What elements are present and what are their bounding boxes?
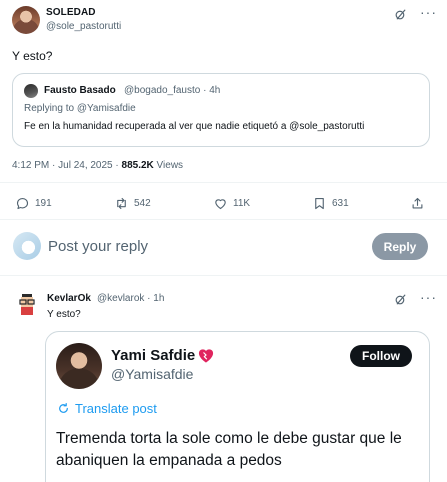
replying-prefix: Replying to: [24, 103, 77, 114]
more-horizontal-icon[interactable]: ···: [420, 289, 437, 305]
embedded-avatar: [56, 343, 102, 389]
quoted-text: Fe en la humanidad recuperada al ver que…: [24, 121, 365, 132]
reply-count: 191: [35, 197, 52, 209]
reply-input[interactable]: Post your reply: [48, 238, 148, 255]
share-action[interactable]: [410, 195, 430, 211]
bookmark-count: 631: [332, 197, 349, 209]
avatar[interactable]: [12, 6, 40, 34]
grok-icon[interactable]: [394, 293, 407, 306]
repost-action[interactable]: 542: [114, 195, 151, 211]
like-count: 11K: [233, 197, 251, 209]
views-count: 885.2K: [121, 160, 154, 171]
avatar[interactable]: [15, 292, 39, 316]
tweet-text: Y esto?: [47, 309, 81, 320]
repost-icon: [117, 197, 126, 209]
reply-button[interactable]: Reply: [372, 233, 428, 260]
quoted-display-name: Fausto Basado: [44, 85, 116, 96]
quoted-avatar: [24, 84, 38, 98]
user-handle[interactable]: @kevlarok · 1h: [97, 293, 164, 304]
share-icon: [412, 197, 423, 208]
timestamp[interactable]: 4:12 PM · Jul 24, 2025 ·: [12, 160, 122, 171]
follow-button: Follow: [350, 345, 412, 367]
views-label: Views: [153, 160, 184, 171]
repost-count: 542: [134, 197, 151, 209]
more-horizontal-icon[interactable]: ···: [420, 4, 437, 20]
display-name[interactable]: KevlarOk: [47, 293, 91, 304]
translate-label: Translate post: [75, 401, 157, 416]
embedded-handle: @Yamisafdie: [111, 366, 194, 382]
current-user-avatar[interactable]: [13, 232, 41, 260]
tweet-text: Y esto?: [12, 49, 53, 63]
tweet-meta: 4:12 PM · Jul 24, 2025 · 885.2K Views: [12, 160, 183, 171]
embedded-display-name: Yami Safdie: [111, 347, 196, 364]
translate-post: Translate post: [57, 401, 157, 416]
display-name[interactable]: SOLEDAD: [46, 7, 96, 18]
heart-icon: [215, 198, 226, 209]
bookmark-icon: [315, 197, 324, 209]
user-handle[interactable]: @sole_pastorutti: [46, 21, 121, 32]
reply-action[interactable]: 191: [15, 195, 52, 211]
divider: [0, 182, 447, 183]
embedded-text: Tremenda torta la sole como le debe gust…: [56, 430, 402, 469]
reply-icon: [16, 197, 29, 209]
heart-emoji-icon: [198, 349, 214, 363]
translate-icon: [59, 403, 68, 413]
grok-icon[interactable]: [394, 8, 407, 21]
divider: [0, 275, 447, 276]
bookmark-action[interactable]: 631: [312, 195, 349, 211]
like-action[interactable]: 11K: [213, 195, 250, 211]
replying-to-link[interactable]: @Yamisafdie: [77, 103, 136, 114]
quoted-handle: @bogado_fausto · 4h: [124, 85, 221, 96]
replying-to: Replying to @Yamisafdie: [24, 103, 136, 114]
divider: [0, 219, 447, 220]
